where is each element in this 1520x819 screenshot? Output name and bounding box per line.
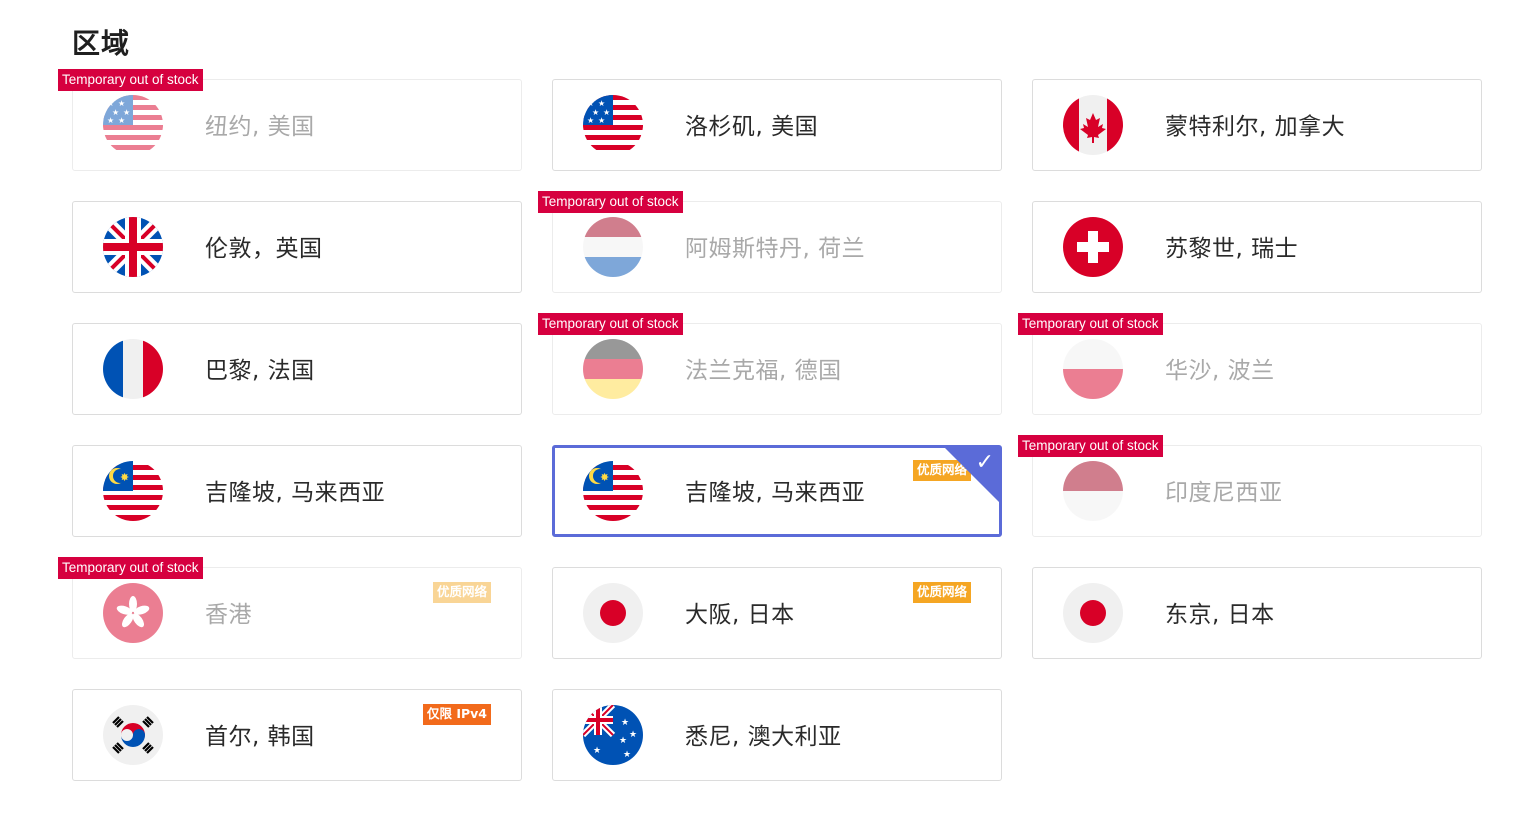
svg-text:★: ★: [118, 99, 125, 108]
region-card: 法兰克福, 德国 Temporary out of stock: [538, 313, 1002, 415]
out-of-stock-tag: Temporary out of stock: [1018, 435, 1163, 457]
checkmark-icon: ✓: [975, 450, 994, 475]
region-label: 大阪, 日本: [685, 602, 795, 628]
region-card[interactable]: 苏黎世, 瑞士: [1032, 201, 1482, 293]
france-flag-icon: [103, 339, 163, 399]
canada-flag-icon: [1063, 95, 1123, 155]
region-label: 吉隆坡, 马来西亚: [685, 480, 866, 506]
region-label: 苏黎世, 瑞士: [1165, 236, 1299, 262]
region-card[interactable]: 巴黎, 法国: [72, 323, 522, 415]
svg-text:★: ★: [629, 730, 637, 740]
region-card: 印度尼西亚 Temporary out of stock: [1018, 435, 1482, 537]
malaysia-flag-icon: ✸: [103, 461, 163, 521]
svg-text:✸: ✸: [120, 471, 129, 484]
us-flag-icon: ★ ★ ★ ★ ★ ★: [583, 95, 643, 155]
region-grid: ★ ★ ★ ★ ★ ★ 纽约, 美国 Temporary out of stock ★ ★ ★ ★ ★…: [58, 69, 1482, 781]
region-card: 华沙, 波兰 Temporary out of stock: [1018, 313, 1482, 415]
svg-text:★: ★: [623, 750, 631, 760]
region-card[interactable]: 大阪, 日本 优质网络: [552, 567, 1002, 659]
svg-text:★: ★: [587, 99, 594, 108]
svg-text:★: ★: [598, 99, 605, 108]
germany-flag-icon: [583, 339, 643, 399]
region-card[interactable]: ✸ 吉隆坡, 马来西亚: [72, 445, 522, 537]
uk-flag-icon: [103, 217, 163, 277]
region-label: 悉尼, 澳大利亚: [685, 724, 842, 750]
region-card[interactable]: ★ ★ ★ ★ ★ 悉尼, 澳大利亚: [552, 689, 1002, 781]
svg-text:★: ★: [587, 116, 594, 125]
premium-network-badge: 优质网络: [432, 582, 491, 603]
region-card[interactable]: 伦敦，英国: [72, 201, 522, 293]
region-card: ★ ★ ★ ★ ★ ★ 纽约, 美国 Temporary out of stock: [58, 69, 522, 171]
us-flag-icon: ★ ★ ★ ★ ★ ★: [103, 95, 163, 155]
out-of-stock-tag: Temporary out of stock: [538, 313, 683, 335]
ipv4-only-badge: 仅限 IPv4: [422, 704, 491, 725]
region-label: 首尔, 韩国: [205, 724, 315, 750]
svg-text:★: ★: [107, 99, 114, 108]
region-card[interactable]: 东京, 日本: [1032, 567, 1482, 659]
region-card[interactable]: 首尔, 韩国 仅限 IPv4: [72, 689, 522, 781]
svg-text:★: ★: [621, 718, 629, 728]
japan-flag-icon: [1063, 583, 1123, 643]
svg-text:✸: ✸: [600, 471, 609, 484]
region-label: 吉隆坡, 马来西亚: [205, 480, 386, 506]
region-label: 法兰克福, 德国: [685, 358, 842, 384]
section-title: 区域: [72, 27, 131, 60]
region-label: 洛杉矶, 美国: [685, 114, 819, 140]
svg-text:★: ★: [619, 736, 627, 746]
netherlands-flag-icon: [583, 217, 643, 277]
region-label: 巴黎, 法国: [205, 358, 315, 384]
region-label: 伦敦，英国: [205, 236, 323, 262]
region-label: 阿姆斯特丹, 荷兰: [685, 236, 866, 262]
region-card[interactable]: ★ ★ ★ ★ ★ ★ 洛杉矶, 美国: [552, 79, 1002, 171]
australia-flag-icon: ★ ★ ★ ★ ★: [583, 705, 643, 765]
region-card[interactable]: ✸ 吉隆坡, 马来西亚 优质网络 ✓: [552, 445, 1002, 537]
svg-text:★: ★: [593, 746, 601, 756]
region-card: 香港 优质网络 Temporary out of stock: [58, 557, 522, 659]
region-label: 香港: [205, 602, 252, 628]
hongkong-flag-icon: [103, 583, 163, 643]
out-of-stock-tag: Temporary out of stock: [58, 69, 203, 91]
region-label: 东京, 日本: [1165, 602, 1275, 628]
premium-network-badge: 优质网络: [912, 582, 971, 603]
malaysia-flag-icon: ✸: [583, 461, 643, 521]
japan-flag-icon: [583, 583, 643, 643]
svg-text:★: ★: [598, 116, 605, 125]
korea-flag-icon: [103, 705, 163, 765]
indonesia-flag-icon: [1063, 461, 1123, 521]
out-of-stock-tag: Temporary out of stock: [1018, 313, 1163, 335]
svg-text:★: ★: [107, 116, 114, 125]
region-card: 阿姆斯特丹, 荷兰 Temporary out of stock: [538, 191, 1002, 293]
region-label: 华沙, 波兰: [1165, 358, 1275, 384]
switzerland-flag-icon: [1063, 217, 1123, 277]
region-label: 印度尼西亚: [1165, 480, 1283, 506]
region-label: 蒙特利尔, 加拿大: [1165, 114, 1346, 140]
poland-flag-icon: [1063, 339, 1123, 399]
out-of-stock-tag: Temporary out of stock: [58, 557, 203, 579]
region-label: 纽约, 美国: [205, 114, 315, 140]
out-of-stock-tag: Temporary out of stock: [538, 191, 683, 213]
svg-text:★: ★: [118, 116, 125, 125]
region-card[interactable]: 蒙特利尔, 加拿大: [1032, 79, 1482, 171]
